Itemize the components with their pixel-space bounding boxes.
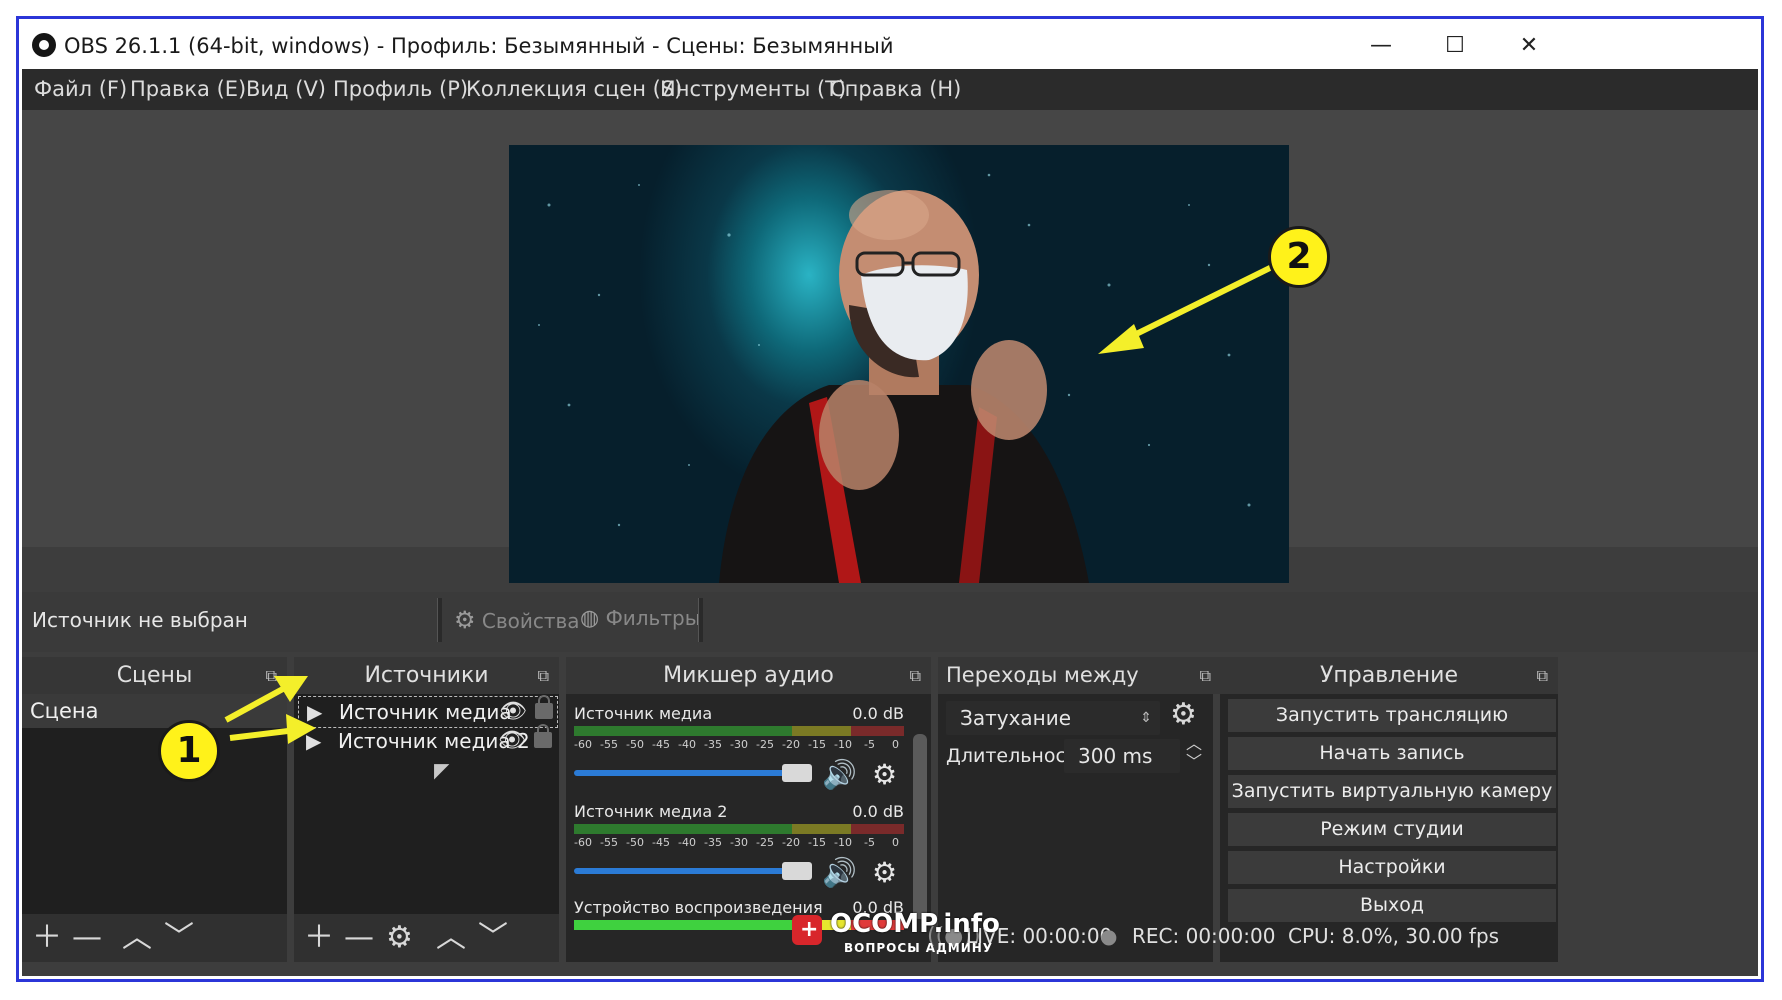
volume-fader-knob[interactable] — [782, 862, 812, 880]
dropdown-arrows-icon: ⇕ — [1140, 710, 1152, 726]
move-down-icon[interactable]: ﹀ — [164, 920, 194, 956]
meter-ticks: -60 -55 -50 -45 -40 -35 -30 -25 -20 -15 -10 -5 0 — [574, 738, 899, 751]
properties-button[interactable]: ⚙ Свойства — [454, 606, 580, 634]
volume-fader[interactable] — [574, 868, 792, 874]
mouse-cursor-icon: ◤ — [434, 758, 450, 782]
source-item[interactable]: ▶ Источник медиа 👁 — [298, 695, 558, 728]
meter-ticks: -60 -55 -50 -45 -40 -35 -30 -25 -20 -15 -10 -5 0 — [574, 836, 899, 849]
move-up-icon[interactable]: ︿ — [436, 920, 466, 956]
watermark-brand: OCOMP.info — [830, 909, 1000, 939]
mixer-header: Микшер аудио ⧉ — [566, 657, 931, 694]
annotation-badge-2: 2 — [1268, 226, 1330, 288]
speaker-icon[interactable]: 🔊 — [822, 758, 857, 791]
maximize-button[interactable]: ☐ — [1432, 30, 1478, 62]
obs-logo-icon — [32, 33, 56, 57]
rec-timer: REC: 00:00:00 — [1132, 924, 1276, 948]
undock-icon[interactable]: ⧉ — [1200, 657, 1211, 694]
gear-icon[interactable]: ⚙ — [872, 856, 897, 889]
add-source-icon[interactable]: ＋ — [304, 920, 334, 956]
transition-select[interactable]: Затухание ⇕ — [946, 701, 1160, 735]
toolbar-separator — [437, 598, 442, 642]
sources-toolbar: ＋ — ⚙ ︿ ﹀ — [294, 914, 559, 962]
mixer-scrollbar[interactable] — [913, 734, 927, 919]
volume-meter — [574, 726, 904, 736]
obs-window: OBS 26.1.1 (64-bit, windows) - Профиль: … — [22, 22, 1758, 976]
menu-edit[interactable]: Правка (E) — [130, 77, 246, 101]
undock-icon[interactable]: ⧉ — [538, 657, 549, 694]
menu-bar: Файл (F) Правка (E) Вид (V) Профиль (P) … — [22, 69, 1758, 110]
title-bar: OBS 26.1.1 (64-bit, windows) - Профиль: … — [22, 22, 1758, 69]
plus-icon: + — [800, 917, 819, 942]
menu-file[interactable]: Файл (F) — [34, 77, 127, 101]
duration-stepper[interactable]: ︿ ﹀ — [1186, 735, 1202, 771]
mixer-channel: Источник медиа 0.0 dB -60 -55 -50 -45 -40 -35… — [574, 704, 904, 791]
menu-tools[interactable]: Инструменты (T) — [660, 77, 846, 101]
window-title: OBS 26.1.1 (64-bit, windows) - Профиль: … — [64, 34, 894, 58]
remove-scene-icon[interactable]: — — [72, 920, 102, 956]
remove-source-icon[interactable]: — — [344, 920, 374, 956]
source-properties-gear-icon[interactable]: ⚙ — [386, 920, 413, 956]
annotation-badge-1: 1 — [158, 720, 220, 782]
transitions-header: Переходы между сценами ⧉ — [938, 657, 1221, 724]
gear-icon: ⚙ — [454, 606, 476, 634]
duration-input[interactable]: 300 ms — [1064, 739, 1180, 773]
move-down-icon[interactable]: ﹀ — [478, 920, 508, 956]
status-bar — [22, 962, 1758, 976]
menu-profile[interactable]: Профиль (P) — [333, 77, 468, 101]
toolbar-separator — [698, 598, 703, 642]
add-scene-icon[interactable]: ＋ — [32, 920, 62, 956]
start-streaming-button[interactable]: Запустить трансляцию — [1228, 699, 1556, 732]
studio-mode-button[interactable]: Режим студии — [1228, 813, 1556, 846]
controls-header: Управление ⧉ — [1220, 657, 1558, 694]
lock-icon[interactable] — [534, 724, 552, 748]
watermark-tagline: ВОПРОСЫ АДМИНУ — [844, 941, 994, 955]
start-recording-button[interactable]: Начать запись — [1228, 737, 1556, 770]
menu-help[interactable]: Справка (H) — [830, 77, 961, 101]
rec-dot-icon: ● — [1100, 924, 1118, 948]
preview-area[interactable]: 2 — [22, 110, 1758, 583]
filters-icon: ◍ — [580, 606, 600, 631]
move-up-icon[interactable]: ︿ — [122, 920, 152, 956]
sources-dock: Источники ⧉ ▶ Источник медиа 👁 ▶ Источни… — [294, 657, 559, 962]
volume-fader-knob[interactable] — [782, 764, 812, 782]
screenshot-frame: OBS 26.1.1 (64-bit, windows) - Профиль: … — [16, 16, 1764, 982]
transition-gear-icon[interactable]: ⚙ — [1170, 697, 1197, 732]
volume-meter — [574, 824, 904, 834]
scenes-toolbar: ＋ — ︿ ﹀ — [22, 914, 287, 962]
annotation-arrows-1 — [224, 676, 316, 744]
exit-button[interactable]: Выход — [1228, 889, 1556, 922]
menu-scene-collection[interactable]: Коллекция сцен (S) — [466, 77, 682, 101]
filters-button[interactable]: ◍ Фильтры — [580, 606, 700, 631]
sources-header: Источники ⧉ — [294, 657, 559, 694]
source-item[interactable]: ▶ Источник медиа 2 👁 — [298, 724, 556, 756]
volume-fader[interactable] — [574, 770, 792, 776]
start-virtual-camera-button[interactable]: Запустить виртуальную камеру — [1228, 775, 1556, 808]
source-info-bar: Источник не выбран ⚙ Свойства ◍ Фильтры — [22, 592, 1758, 652]
close-button[interactable]: ✕ — [1506, 30, 1552, 62]
menu-view[interactable]: Вид (V) — [246, 77, 326, 101]
cpu-fps: CPU: 8.0%, 30.00 fps — [1288, 924, 1500, 948]
settings-button[interactable]: Настройки — [1228, 851, 1556, 884]
lock-icon[interactable] — [535, 695, 553, 719]
no-source-label: Источник не выбран — [32, 608, 248, 632]
controls-dock: Управление ⧉ Запустить трансляцию Начать… — [1220, 657, 1558, 962]
speaker-icon[interactable]: 🔊 — [822, 856, 857, 889]
undock-icon[interactable]: ⧉ — [910, 657, 921, 694]
undock-icon[interactable]: ⧉ — [1537, 657, 1548, 694]
visibility-eye-icon[interactable]: 👁 — [499, 697, 527, 727]
mixer-channel: Источник медиа 2 0.0 dB -60 -55 -50 -45 -40-… — [574, 802, 904, 889]
gear-icon[interactable]: ⚙ — [872, 758, 897, 791]
minimize-button[interactable]: — — [1358, 30, 1404, 62]
visibility-eye-icon[interactable]: 👁 — [498, 726, 526, 756]
